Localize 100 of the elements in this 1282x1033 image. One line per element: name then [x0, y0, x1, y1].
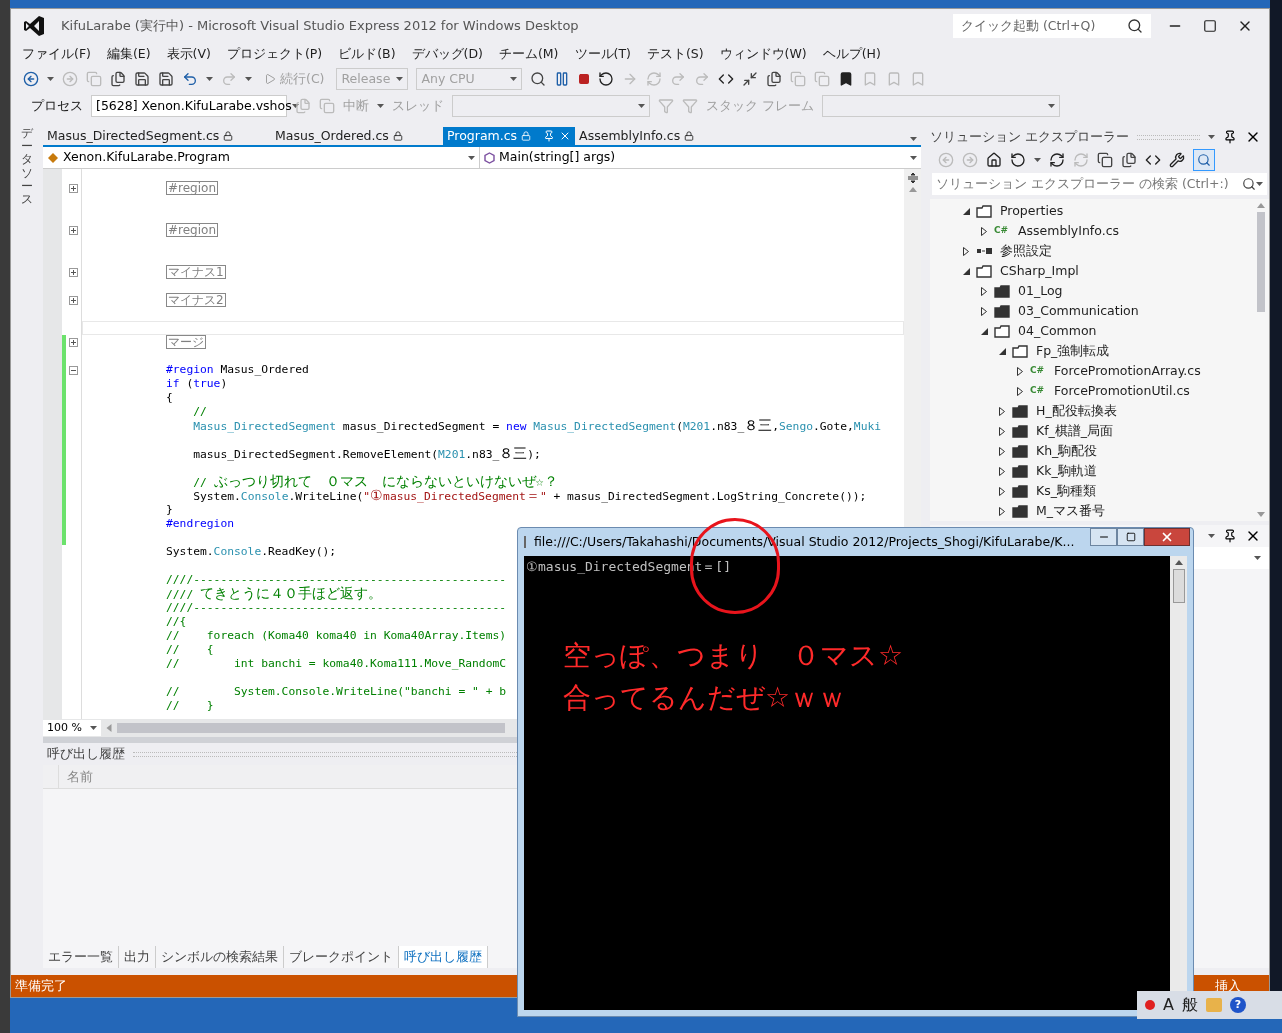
- back-icon[interactable]: [23, 71, 39, 87]
- history-icon[interactable]: [1010, 152, 1026, 168]
- show-all-files-icon[interactable]: [1121, 152, 1137, 168]
- scrollbar-thumb[interactable]: [1172, 569, 1185, 603]
- type-dropdown[interactable]: Xenon.KifuLarabe.Program: [43, 147, 480, 168]
- menu-item[interactable]: 編集(E): [99, 44, 158, 64]
- tree-item[interactable]: Fp_強制転成: [1036, 341, 1110, 361]
- document-tab[interactable]: Masus_Ordered.cs: [271, 127, 443, 145]
- panel-tab[interactable]: 出力: [119, 946, 156, 968]
- pin-icon[interactable]: [1223, 130, 1237, 144]
- collapsed-arrow-icon[interactable]: [996, 405, 1008, 417]
- tree-item[interactable]: ForcePromotionArray.cs: [1054, 361, 1201, 381]
- break-label: 中断: [343, 96, 369, 115]
- restart-icon[interactable]: [598, 71, 615, 87]
- menu-item[interactable]: ヘルプ(H): [815, 44, 888, 64]
- zoom-dropdown[interactable]: 100 %: [43, 720, 101, 736]
- close-button[interactable]: [1144, 528, 1191, 546]
- input-mode[interactable]: A: [1163, 993, 1174, 1017]
- expand-icon[interactable]: [69, 225, 78, 235]
- tree-item[interactable]: Kk_駒軌道: [1036, 461, 1097, 481]
- tree-item[interactable]: 01_Log: [1018, 281, 1063, 301]
- collapsed-arrow-icon[interactable]: [1014, 365, 1026, 377]
- tree-item[interactable]: Kf_棋譜_局面: [1036, 421, 1114, 441]
- collapsed-arrow-icon[interactable]: [996, 425, 1008, 437]
- collapsed-arrow-icon[interactable]: [978, 225, 990, 237]
- panel-tab[interactable]: 呼び出し履歴: [399, 946, 488, 968]
- help-icon[interactable]: ?: [1229, 997, 1246, 1013]
- tree-item[interactable]: Ks_駒種類: [1036, 481, 1096, 501]
- tree-item[interactable]: M_マス番号: [1036, 501, 1106, 521]
- collapsed-arrow-icon[interactable]: [996, 445, 1008, 457]
- scroll-down-icon[interactable]: [1256, 512, 1265, 517]
- document-tab[interactable]: Masus_DirectedSegment.cs: [43, 127, 271, 145]
- collapsed-region[interactable]: マージ: [166, 335, 206, 349]
- document-tab[interactable]: AssemblyInfo.cs: [575, 127, 699, 145]
- expand-icon[interactable]: [69, 183, 78, 193]
- collapsed-region[interactable]: マイナス1: [166, 265, 226, 279]
- expand-icon[interactable]: [69, 337, 78, 347]
- folder-icon: [976, 264, 992, 278]
- expand-icon[interactable]: [69, 295, 78, 305]
- collapsed-region[interactable]: マイナス2: [166, 293, 226, 307]
- minimize-button[interactable]: [1090, 528, 1118, 546]
- stop-icon[interactable]: [578, 73, 591, 85]
- home-icon[interactable]: [986, 152, 1002, 168]
- menu-item[interactable]: ファイル(F): [15, 44, 98, 64]
- tool-icon[interactable]: [1145, 1000, 1155, 1010]
- files-icon[interactable]: [110, 71, 126, 87]
- menu-item[interactable]: チーム(M): [491, 44, 566, 64]
- split-icon[interactable]: [907, 173, 918, 183]
- menu-item[interactable]: テスト(S): [639, 44, 711, 64]
- menu-item[interactable]: デバッグ(D): [404, 44, 490, 64]
- collapsed-region[interactable]: #region: [166, 223, 218, 237]
- tree-item[interactable]: ForcePromotionUtil.cs: [1054, 381, 1190, 401]
- maximize-icon[interactable]: [1203, 19, 1217, 33]
- collapsed-arrow-icon[interactable]: [996, 505, 1008, 517]
- maximize-button[interactable]: [1117, 528, 1145, 546]
- member-dropdown[interactable]: Main(string[] args): [480, 147, 921, 168]
- code-icon[interactable]: [1145, 152, 1161, 168]
- save-all-icon[interactable]: [158, 71, 174, 87]
- collapsed-arrow-icon[interactable]: [960, 245, 972, 257]
- panel-tab[interactable]: エラー一覧: [43, 946, 119, 968]
- tree-item[interactable]: 04_Common: [1018, 321, 1097, 341]
- collapsed-region[interactable]: #region: [166, 181, 218, 195]
- tree-item[interactable]: Kh_駒配役: [1036, 441, 1098, 461]
- wrench-icon[interactable]: [1169, 152, 1185, 168]
- expand-icon[interactable]: [69, 267, 78, 277]
- tree-item[interactable]: 03_Communication: [1018, 301, 1139, 321]
- side-tab[interactable]: データソース: [21, 127, 33, 968]
- undo-icon[interactable]: [182, 71, 198, 87]
- menu-item[interactable]: 表示(V): [159, 44, 218, 64]
- code-line: }: [166, 503, 173, 517]
- scroll-up-icon[interactable]: [1174, 560, 1183, 565]
- menu-item[interactable]: ウィンドウ(W): [712, 44, 814, 64]
- save-icon[interactable]: [134, 71, 150, 87]
- collapsed-arrow-icon[interactable]: [1014, 385, 1026, 397]
- menu-item[interactable]: ツール(T): [567, 44, 638, 64]
- collapsed-arrow-icon[interactable]: [996, 465, 1008, 477]
- tree-item[interactable]: CSharp_Impl: [1000, 261, 1079, 281]
- tree-item[interactable]: 参照設定: [1000, 241, 1052, 261]
- pin-icon[interactable]: [1223, 529, 1237, 543]
- collapsed-arrow-icon[interactable]: [978, 285, 990, 297]
- file-type-label: C#: [1030, 384, 1046, 398]
- tree-item[interactable]: H_配役転換表: [1036, 401, 1117, 421]
- solution-search-field[interactable]: ソリューション エクスプローラー の検索 (Ctrl+:): [932, 173, 1267, 195]
- menu-item[interactable]: ビルド(B): [331, 44, 403, 64]
- search-icon[interactable]: [1242, 177, 1256, 191]
- preview-toggle[interactable]: [1193, 149, 1215, 171]
- horizontal-scrollbar[interactable]: [117, 723, 505, 733]
- collapsed-arrow-icon[interactable]: [996, 485, 1008, 497]
- scroll-up-icon[interactable]: [1256, 203, 1265, 208]
- tree-item[interactable]: AssemblyInfo.cs: [1018, 221, 1120, 241]
- search-icon[interactable]: [1127, 18, 1143, 34]
- scrollbar-thumb[interactable]: [1256, 212, 1265, 312]
- panel-tab[interactable]: シンボルの検索結果: [156, 946, 284, 968]
- tree-item[interactable]: Properties: [1000, 201, 1064, 221]
- sync-icon[interactable]: [1049, 152, 1065, 168]
- collapsed-arrow-icon[interactable]: [978, 305, 990, 317]
- quick-launch-field[interactable]: クイック起動 (Ctrl+Q): [953, 14, 1151, 38]
- collapse-icon[interactable]: [69, 365, 78, 375]
- menu-item[interactable]: プロジェクト(P): [219, 44, 330, 64]
- input-method[interactable]: 般: [1181, 993, 1198, 1017]
